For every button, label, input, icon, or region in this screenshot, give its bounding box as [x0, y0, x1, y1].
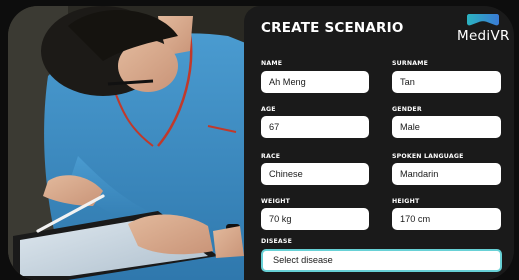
- page-title: CREATE SCENARIO: [261, 20, 404, 36]
- create-scenario-panel: CREATE SCENARIO MediVR NAME Ah Meng AGE …: [244, 6, 514, 280]
- race-field[interactable]: Chinese: [261, 163, 369, 185]
- name-field[interactable]: Ah Meng: [261, 71, 369, 93]
- logo-wordmark: MediVR: [457, 28, 510, 44]
- height-label: HEIGHT: [392, 198, 420, 205]
- weight-label: WEIGHT: [261, 198, 291, 205]
- age-label: AGE: [261, 106, 276, 113]
- spoken-language-label: SPOKEN LANGUAGE: [392, 153, 464, 160]
- medivr-logo: MediVR: [457, 14, 510, 46]
- weight-field[interactable]: 70 kg: [261, 208, 369, 230]
- device-frame: CREATE SCENARIO MediVR NAME Ah Meng AGE …: [8, 6, 514, 280]
- vr-headset-icon: [467, 14, 499, 26]
- clinician-with-tablet-illustration: [8, 6, 278, 280]
- app-screen: CREATE SCENARIO MediVR NAME Ah Meng AGE …: [0, 0, 519, 280]
- disease-select[interactable]: Select disease: [261, 249, 502, 272]
- disease-label: DISEASE: [261, 238, 292, 245]
- gender-field[interactable]: Male: [392, 116, 501, 138]
- height-field[interactable]: 170 cm: [392, 208, 501, 230]
- name-label: NAME: [261, 60, 283, 67]
- gender-label: GENDER: [392, 106, 422, 113]
- age-field[interactable]: 67: [261, 116, 369, 138]
- hero-photo: [8, 6, 278, 280]
- surname-field[interactable]: Tan: [392, 71, 501, 93]
- race-label: RACE: [261, 153, 281, 160]
- surname-label: SURNAME: [392, 60, 428, 67]
- spoken-language-field[interactable]: Mandarin: [392, 163, 501, 185]
